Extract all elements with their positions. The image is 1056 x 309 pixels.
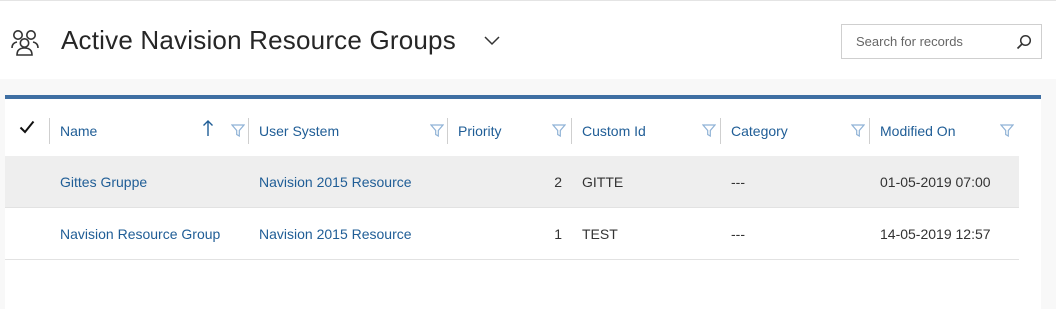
records-grid: Name User System Priority Custom Id Cate… <box>5 95 1041 309</box>
column-label-user-system: User System <box>259 123 340 139</box>
cell-custom-id: GITTE <box>582 174 624 190</box>
search-input[interactable] <box>842 25 1010 58</box>
cell-modified-on: 14-05-2019 12:57 <box>880 226 991 242</box>
column-separator <box>248 118 249 144</box>
column-label-name: Name <box>60 123 98 139</box>
search-icon[interactable] <box>1016 34 1032 50</box>
column-label-custom-id: Custom Id <box>582 123 646 139</box>
column-header-category[interactable]: Category <box>720 99 869 156</box>
cell-user-system-link[interactable]: Navision 2015 Resource <box>259 174 412 190</box>
grid-header-row: Name User System Priority Custom Id Cate… <box>5 99 1019 156</box>
page-header: Active Navision Resource Groups <box>0 0 1056 79</box>
column-label-category: Category <box>731 123 788 139</box>
column-separator <box>869 118 870 144</box>
chevron-down-icon[interactable] <box>484 34 500 46</box>
cell-user-system-link[interactable]: Navision 2015 Resource <box>259 226 412 242</box>
column-separator <box>720 118 721 144</box>
cell-priority: 1 <box>554 226 562 242</box>
table-row[interactable]: Navision Resource Group Navision 2015 Re… <box>5 208 1019 260</box>
column-separator <box>447 118 448 144</box>
filter-icon[interactable] <box>430 124 444 137</box>
page-title: Active Navision Resource Groups <box>61 25 456 55</box>
people-group-icon <box>11 30 39 56</box>
column-separator <box>49 118 50 144</box>
column-header-modified-on[interactable]: Modified On <box>869 99 1019 156</box>
filter-icon[interactable] <box>851 124 865 137</box>
cell-name-link[interactable]: Navision Resource Group <box>60 226 220 242</box>
cell-category: --- <box>731 174 745 190</box>
column-label-priority: Priority <box>458 123 502 139</box>
cell-priority: 2 <box>554 174 562 190</box>
cell-modified-on: 01-05-2019 07:00 <box>880 174 991 190</box>
filter-icon[interactable] <box>702 124 716 137</box>
cell-name-link[interactable]: Gittes Gruppe <box>60 174 147 190</box>
column-separator <box>571 118 572 144</box>
table-row[interactable]: Gittes Gruppe Navision 2015 Resource 2 G… <box>5 156 1019 208</box>
row-divider <box>5 259 1019 260</box>
filter-icon[interactable] <box>1000 124 1014 137</box>
column-header-priority[interactable]: Priority <box>447 99 571 156</box>
search-box <box>841 24 1042 59</box>
filter-icon[interactable] <box>552 124 566 137</box>
column-header-user-system[interactable]: User System <box>248 99 447 156</box>
select-all-checkbox[interactable] <box>5 99 49 156</box>
filter-icon[interactable] <box>231 124 245 137</box>
column-header-custom-id[interactable]: Custom Id <box>571 99 720 156</box>
column-header-name[interactable]: Name <box>49 99 248 156</box>
column-label-modified-on: Modified On <box>880 123 956 139</box>
cell-custom-id: TEST <box>582 226 618 242</box>
checkmark-icon <box>19 120 35 134</box>
vertical-scrollbar[interactable] <box>1019 99 1041 309</box>
sort-ascending-icon[interactable] <box>202 119 214 137</box>
cell-category: --- <box>731 226 745 242</box>
